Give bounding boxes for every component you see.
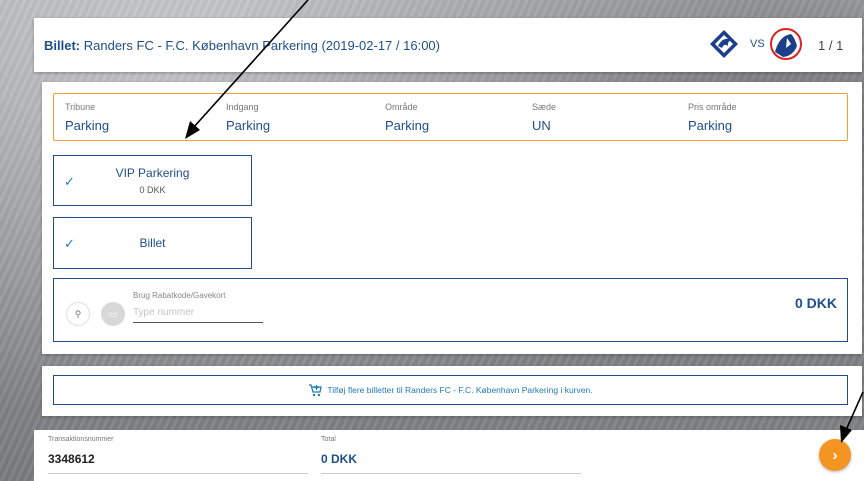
card-icon[interactable]: ▭ [101,302,125,326]
option-vip-parkering[interactable]: ✓ VIP Parkering 0 DKK [53,155,252,206]
ticket-header: Billet: Randers FC - F.C. København Park… [34,18,862,72]
total-label: Total [321,436,336,443]
seat-info-box: Tribune Parking Indgang Parking Område P… [53,93,848,141]
transaction-divider [48,473,308,474]
randers-fc-logo [710,30,738,58]
transaction-number-value: 3348612 [48,452,95,466]
discount-code-label: Brug Rabatkode/Gavekort [133,291,226,300]
option-vip-parkering-price: 0 DKK [139,185,166,195]
info-omraade-value: Parking [385,118,430,133]
event-name: Randers FC - F.C. København Parkering (2… [83,38,440,53]
fc-kobenhavn-logo [770,28,802,60]
add-more-card: Tilføj flere billetter til Randers FC - … [42,366,862,416]
info-indgang: Indgang Parking [226,102,270,133]
next-button[interactable]: › [819,439,851,471]
total-divider [321,473,581,474]
user-icon[interactable]: ⚲ [67,303,89,325]
vs-label: VS [750,38,765,50]
transaction-number-label: Transaktionsnummer [48,436,114,443]
info-saede-value: UN [532,118,551,133]
info-tribune: Tribune Parking [65,102,109,133]
option-billet[interactable]: ✓ Billet [53,217,252,269]
discount-code-input[interactable] [133,303,263,323]
info-indgang-label: Indgang [226,102,259,112]
total-value: 0 DKK [321,452,358,466]
discount-code-box: ⚲ ▭ Brug Rabatkode/Gavekort 0 DKK [53,278,848,342]
info-tribune-value: Parking [65,118,110,133]
ticket-details-card: Tribune Parking Indgang Parking Område P… [42,82,862,354]
cart-add-icon [309,383,323,396]
ticket-label: Billet: [44,38,81,53]
info-saede: Sæde UN [532,102,556,133]
add-more-tickets-button[interactable]: Tilføj flere billetter til Randers FC - … [53,375,848,405]
info-pris-omraade: Pris område Parking [688,102,737,133]
ticket-page-count: 1 / 1 [818,38,844,53]
chevron-right-icon: › [832,446,838,464]
add-more-tickets-text: Tilføj flere billetter til Randers FC - … [327,385,593,395]
info-saede-label: Sæde [532,102,557,112]
ticket-subtotal: 0 DKK [794,295,837,311]
info-tribune-label: Tribune [65,102,96,112]
option-billet-name: Billet [139,236,166,250]
info-omraade-label: Område [385,102,418,112]
checkout-footer: Transaktionsnummer 3348612 Total 0 DKK › [34,430,864,481]
info-pris-omraade-label: Pris område [688,102,737,112]
info-pris-omraade-value: Parking [688,118,733,133]
ticket-title: Billet: Randers FC - F.C. København Park… [44,38,440,53]
option-vip-parkering-name: VIP Parkering [115,166,190,180]
info-indgang-value: Parking [226,118,271,133]
info-omraade: Område Parking [385,102,429,133]
